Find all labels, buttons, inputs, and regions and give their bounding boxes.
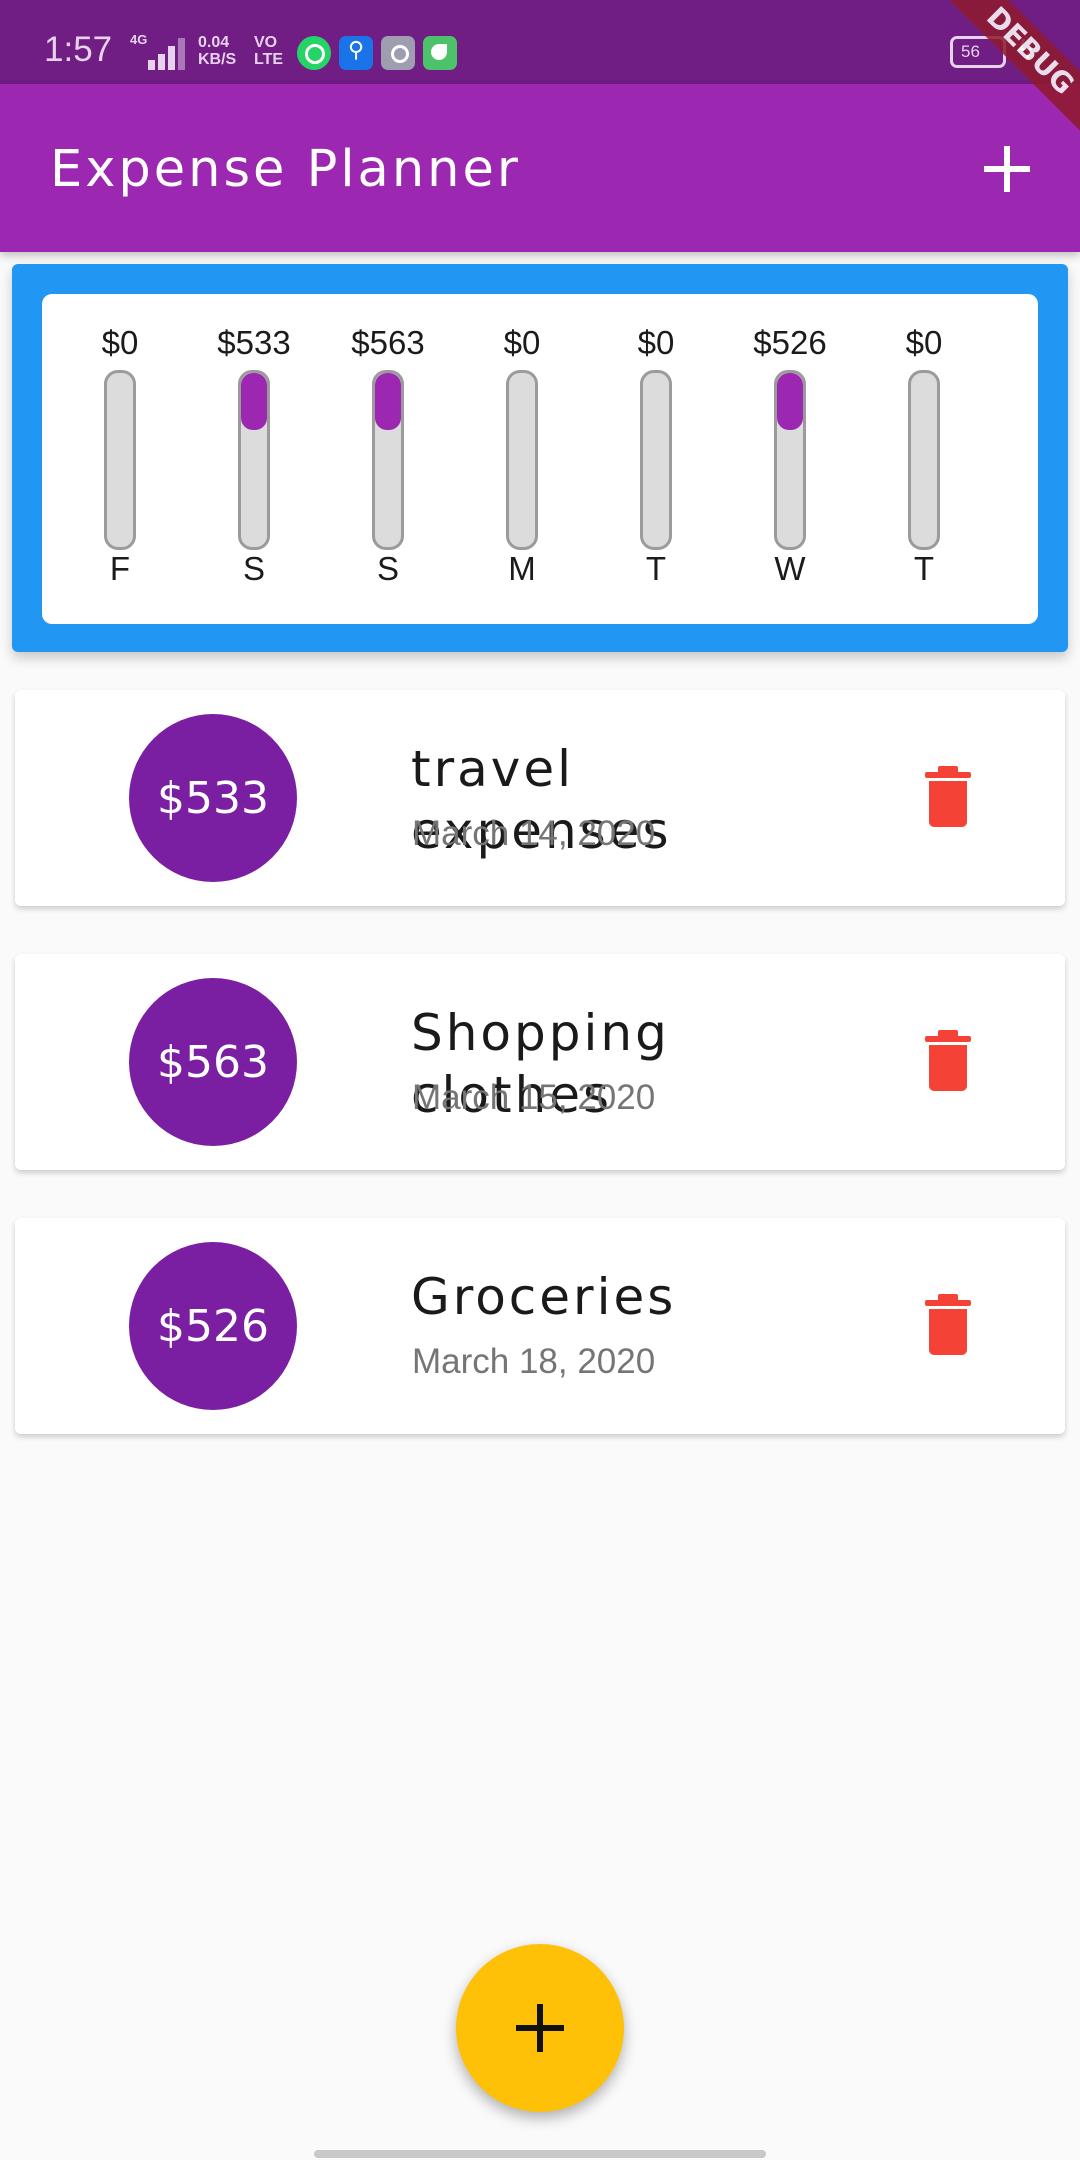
- delete-button[interactable]: [921, 1030, 975, 1094]
- whatsapp-icon: [297, 36, 331, 70]
- transaction-date: March 18, 2020: [412, 1342, 656, 1381]
- transaction-date: March 14, 2020: [412, 814, 656, 853]
- bar-day-label: W: [774, 550, 806, 587]
- chart-bar-6: $0 T: [864, 294, 984, 624]
- bar-amount-label: $0: [503, 324, 541, 361]
- add-transaction-fab[interactable]: [456, 1944, 624, 2112]
- transaction-card: $533 travel expenses March 14, 2020: [15, 690, 1065, 906]
- transaction-amount-avatar: $526: [129, 1242, 297, 1410]
- add-transaction-button[interactable]: [978, 138, 1040, 200]
- transaction-card: $526 Groceries March 18, 2020: [15, 1218, 1065, 1434]
- chart-bar-0: $0 F: [60, 294, 180, 624]
- bar-track: [238, 370, 270, 550]
- bar-day-label: T: [645, 550, 667, 587]
- bar-amount-label: $0: [637, 324, 675, 361]
- transaction-date: March 15, 2020: [412, 1078, 656, 1117]
- network-type: 4G: [130, 32, 148, 47]
- bar-amount-label: $526: [753, 324, 827, 361]
- chart-bar-5: $526 W: [730, 294, 850, 624]
- bar-day-label: S: [242, 550, 265, 587]
- bar-fill: [241, 373, 267, 430]
- bar-day-label: T: [913, 550, 935, 587]
- signal-icon: 4G: [130, 32, 185, 70]
- transaction-title: Groceries: [411, 1268, 677, 1326]
- bar-track: [104, 370, 136, 550]
- bar-amount-label: $0: [905, 324, 943, 361]
- delete-button[interactable]: [921, 766, 975, 830]
- usb-icon: [339, 36, 373, 70]
- weekly-chart: $0 F $533 S $563 S $0 M $0 T $526 W $0 T: [42, 294, 1038, 624]
- share-icon: [381, 36, 415, 70]
- home-indicator[interactable]: [314, 2150, 766, 2158]
- battery-level: 56: [961, 42, 980, 61]
- status-bar: 1:57 4G 0.04 KB/S VO LTE 56 ϟ: [0, 0, 1080, 84]
- chart-bar-4: $0 T: [596, 294, 716, 624]
- bar-amount-label: $0: [101, 324, 139, 361]
- chart-bar-2: $563 S: [328, 294, 448, 624]
- bar-fill: [777, 373, 803, 430]
- leaf-icon: [423, 36, 457, 70]
- status-time: 1:57: [44, 30, 113, 69]
- transaction-amount-avatar: $533: [129, 714, 297, 882]
- bar-fill: [375, 373, 401, 430]
- bar-track: [372, 370, 404, 550]
- delete-button[interactable]: [921, 1294, 975, 1358]
- app-bar: Expense Planner: [0, 84, 1080, 252]
- bar-day-label: M: [508, 550, 536, 587]
- bar-track: [506, 370, 538, 550]
- chart-bar-3: $0 M: [462, 294, 582, 624]
- transaction-card: $563 Shopping clothes March 15, 2020: [15, 954, 1065, 1170]
- bar-day-label: F: [109, 550, 131, 587]
- volte-indicator: VO LTE: [254, 34, 284, 68]
- bar-amount-label: $563: [351, 324, 425, 361]
- transaction-amount-avatar: $563: [129, 978, 297, 1146]
- bar-track: [774, 370, 806, 550]
- data-speed: 0.04 KB/S: [198, 34, 237, 68]
- bar-amount-label: $533: [217, 324, 291, 361]
- weekly-chart-container: $0 F $533 S $563 S $0 M $0 T $526 W $0 T: [12, 264, 1068, 652]
- bar-track: [640, 370, 672, 550]
- bar-track: [908, 370, 940, 550]
- chart-bar-1: $533 S: [194, 294, 314, 624]
- page-title: Expense Planner: [50, 140, 521, 199]
- bar-day-label: S: [376, 550, 399, 587]
